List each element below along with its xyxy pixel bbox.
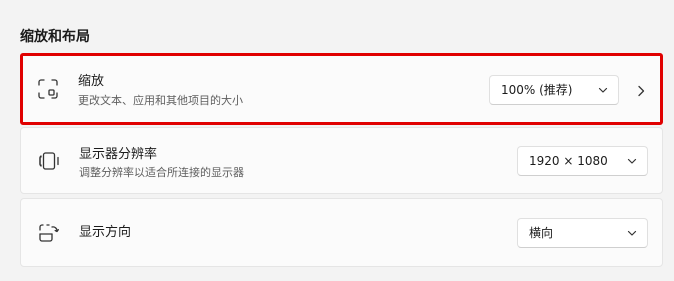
- scale-title: 缩放: [78, 74, 105, 89]
- scale-dropdown-value: 100% (推荐): [501, 83, 573, 97]
- section-title: 缩放和布局: [20, 29, 90, 45]
- resolution-dropdown-value: 1920 × 1080: [529, 154, 608, 168]
- resolution-icon: [37, 149, 61, 173]
- orientation-dropdown[interactable]: 横向: [517, 218, 648, 248]
- chevron-down-icon: [627, 229, 637, 237]
- orientation-card: 显示方向 横向: [20, 198, 663, 267]
- resolution-card: 显示器分辨率 调整分辨率以适合所连接的显示器 1920 × 1080: [20, 127, 663, 194]
- chevron-right-icon[interactable]: [636, 85, 646, 97]
- orientation-dropdown-value: 横向: [529, 226, 554, 240]
- scale-dropdown[interactable]: 100% (推荐): [489, 75, 619, 105]
- orientation-title: 显示方向: [79, 225, 132, 240]
- resolution-dropdown[interactable]: 1920 × 1080: [517, 146, 648, 176]
- chevron-down-icon: [598, 86, 608, 94]
- resolution-title: 显示器分辨率: [79, 147, 158, 162]
- resolution-subtitle: 调整分辨率以适合所连接的显示器: [79, 166, 244, 179]
- chevron-down-icon: [627, 157, 637, 165]
- scale-card[interactable]: 缩放 更改文本、应用和其他项目的大小 100% (推荐): [20, 53, 663, 125]
- scale-subtitle: 更改文本、应用和其他项目的大小: [78, 94, 243, 107]
- orientation-icon: [37, 221, 61, 245]
- scale-icon: [36, 77, 60, 101]
- settings-page: 缩放和布局 缩放 更改文本、应用和其他项目的大小 100% (推荐) 显示器分辨…: [0, 0, 674, 281]
